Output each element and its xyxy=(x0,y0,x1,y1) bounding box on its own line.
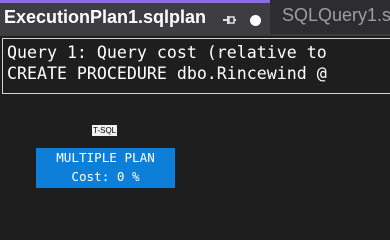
unsaved-dot-icon[interactable] xyxy=(250,15,261,26)
multiple-plan-node[interactable]: MULTIPLE PLAN Cost: 0 % xyxy=(36,148,175,188)
document-tab-strip: ExecutionPlan1.sqlplan SQLQuery1.sq xyxy=(0,0,390,36)
pin-icon[interactable] xyxy=(221,12,237,28)
plan-node-cost: Cost: 0 % xyxy=(71,169,140,184)
tab-execution-plan[interactable]: ExecutionPlan1.sqlplan xyxy=(0,0,270,34)
plan-node-label: MULTIPLE PLAN xyxy=(56,150,155,165)
tab-title: SQLQuery1.sq xyxy=(282,5,390,25)
query-header[interactable]: Query 1: Query cost (relative to CREATE … xyxy=(2,38,390,94)
query-statement-line: CREATE PROCEDURE dbo.Rincewind @ xyxy=(7,64,327,83)
execution-plan-window: ExecutionPlan1.sqlplan SQLQuery1.sq Quer… xyxy=(0,0,390,240)
tsql-badge: T-SQL xyxy=(92,125,118,136)
tab-title: ExecutionPlan1.sqlplan xyxy=(4,7,207,27)
tab-sql-query[interactable]: SQLQuery1.sq xyxy=(270,0,390,34)
query-cost-line: Query 1: Query cost (relative to xyxy=(7,43,327,62)
